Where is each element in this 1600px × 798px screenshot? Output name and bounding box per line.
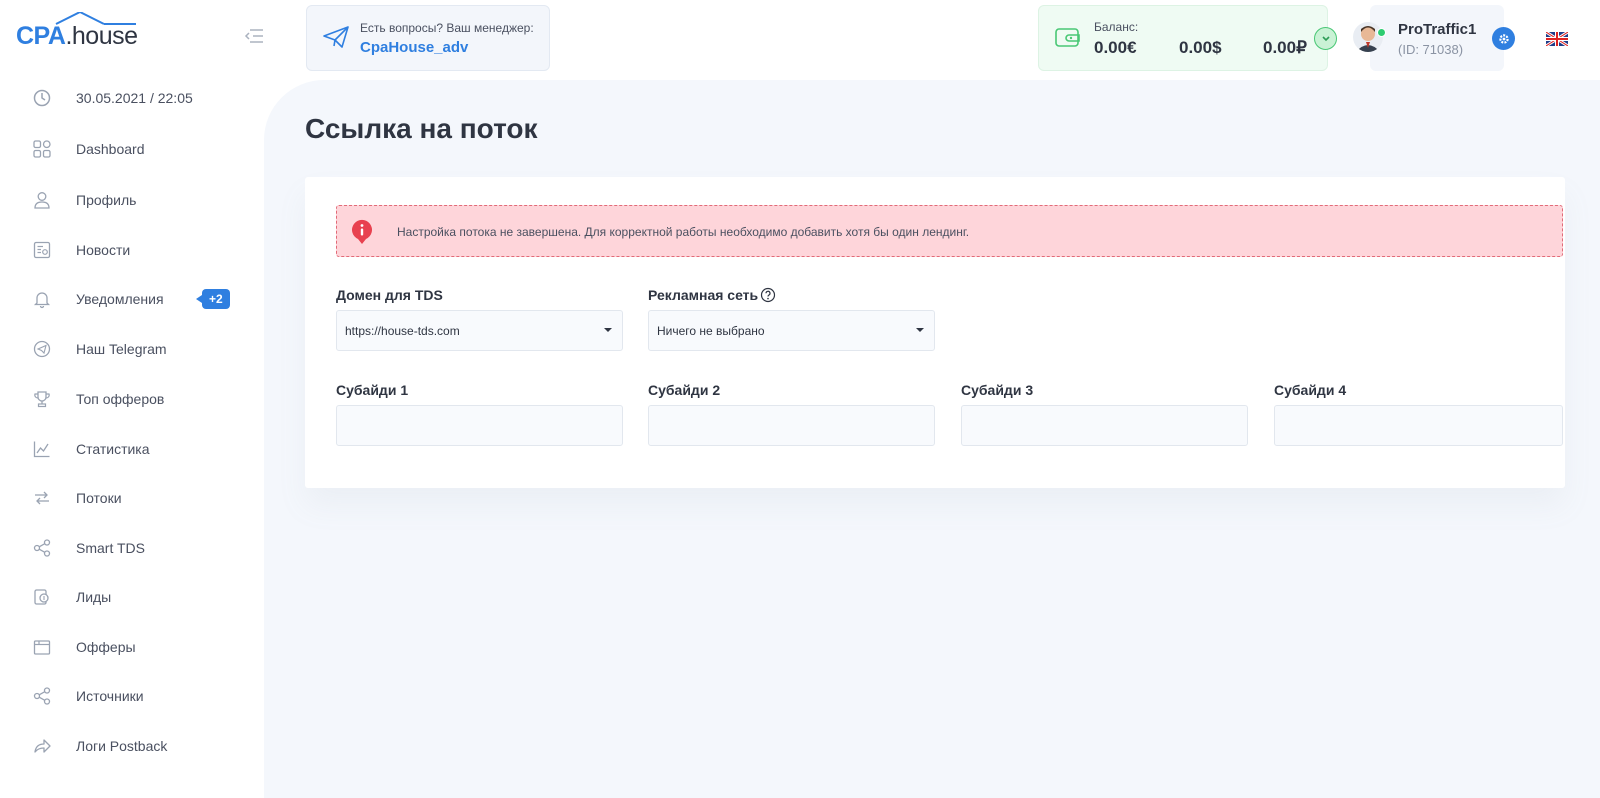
- subid1-label: Субайди 1: [336, 382, 409, 398]
- dashboard-icon: [33, 140, 51, 158]
- settings-button[interactable]: [1492, 27, 1515, 50]
- wallet-icon: [1055, 28, 1080, 47]
- collapse-menu-icon: [244, 29, 263, 43]
- sidebar-datetime-label: 30.05.2021 / 22:05: [76, 90, 193, 106]
- sidebar-item-profile[interactable]: Профиль: [0, 180, 264, 220]
- flow-link-card: Настройка потока не завершена. Для корре…: [305, 177, 1565, 488]
- sidebar-item-label: Уведомления: [76, 291, 164, 307]
- subid2-label: Субайди 2: [648, 382, 721, 398]
- page-title: Ссылка на поток: [305, 113, 538, 144]
- share-icon: [33, 539, 51, 557]
- sidebar-datetime: 30.05.2021 / 22:05: [0, 78, 264, 118]
- alert-warning: Настройка потока не завершена. Для корре…: [336, 205, 1563, 257]
- subid4-label: Субайди 4: [1274, 382, 1347, 398]
- subid2-input[interactable]: [648, 405, 935, 446]
- logo-cpa: CPA: [16, 22, 66, 50]
- sidebar-item-top-offers[interactable]: Топ офферов: [0, 379, 264, 419]
- sidebar-item-label: Smart TDS: [76, 540, 145, 556]
- sidebar-item-dashboard[interactable]: Dashboard: [0, 129, 264, 169]
- sidebar-item-label: Наш Telegram: [76, 341, 167, 357]
- sidebar: 30.05.2021 / 22:05 Dashboard Профиль Нов…: [0, 76, 264, 798]
- sidebar-item-label: Офферы: [76, 639, 136, 655]
- sidebar-item-label: Логи Postback: [76, 738, 168, 754]
- alert-message: Настройка потока не завершена. Для корре…: [397, 225, 970, 239]
- sidebar-item-label: Потоки: [76, 490, 122, 506]
- sidebar-item-label: Источники: [76, 688, 144, 704]
- logo[interactable]: CPA.house: [16, 12, 138, 52]
- language-switch[interactable]: [1545, 30, 1569, 48]
- subid3-label: Субайди 3: [961, 382, 1034, 398]
- sidebar-item-label: Dashboard: [76, 141, 145, 157]
- sidebar-item-flows[interactable]: Потоки: [0, 478, 264, 518]
- balance-eur: 0.00€: [1094, 38, 1137, 57]
- sidebar-item-smart-tds[interactable]: Smart TDS: [0, 528, 264, 568]
- balance-expand-button[interactable]: [1314, 27, 1337, 50]
- gear-icon: [1498, 33, 1509, 44]
- adnet-label: Рекламная сеть: [648, 287, 759, 303]
- manager-name-link[interactable]: CpaHouse_adv: [360, 39, 468, 56]
- domain-label: Домен для TDS: [336, 287, 443, 303]
- sidebar-item-label: Статистика: [76, 441, 150, 457]
- sidebar-collapse-button[interactable]: [244, 27, 264, 45]
- avatar[interactable]: [1353, 22, 1383, 52]
- online-status-indicator: [1377, 28, 1386, 37]
- chevron-down-icon: [1321, 35, 1330, 41]
- clock-icon: [33, 89, 51, 107]
- share-icon: [33, 687, 51, 705]
- trophy-icon: [34, 391, 50, 408]
- adnet-select-value: Ничего не выбрано: [657, 324, 765, 338]
- subid3-input[interactable]: [961, 405, 1248, 446]
- chart-icon: [33, 441, 50, 458]
- offers-icon: [33, 640, 51, 655]
- sidebar-item-label: Топ офферов: [76, 391, 165, 407]
- sidebar-item-leads[interactable]: Лиды: [0, 577, 264, 617]
- manager-contact[interactable]: Есть вопросы? Ваш менеджер: CpaHouse_adv: [306, 5, 550, 71]
- leads-icon: [34, 589, 49, 605]
- domain-select[interactable]: https://house-tds.com: [336, 310, 623, 351]
- sidebar-item-offers[interactable]: Офферы: [0, 627, 264, 667]
- sidebar-item-notifications[interactable]: Уведомления +2: [0, 279, 264, 319]
- sidebar-item-news[interactable]: Новости: [0, 230, 264, 270]
- caret-down-icon: [604, 328, 612, 332]
- sidebar-item-sources[interactable]: Источники: [0, 676, 264, 716]
- domain-select-value: https://house-tds.com: [345, 324, 460, 338]
- subid1-input[interactable]: [336, 405, 623, 446]
- uk-flag-icon: [1545, 30, 1569, 48]
- flows-icon: [35, 491, 49, 505]
- sidebar-item-statistics[interactable]: Статистика: [0, 429, 264, 469]
- manager-label: Есть вопросы? Ваш менеджер:: [360, 21, 534, 35]
- sidebar-item-label: Лиды: [76, 589, 112, 605]
- adnet-select[interactable]: Ничего не выбрано: [648, 310, 935, 351]
- info-pin-icon: [352, 219, 372, 244]
- subid4-input[interactable]: [1274, 405, 1563, 446]
- avatar-image: [1353, 22, 1383, 52]
- notifications-count-badge: +2: [196, 289, 230, 309]
- balance-label: Баланс:: [1094, 20, 1139, 34]
- sidebar-item-label: Профиль: [76, 192, 137, 208]
- profile-user-id: (ID: 71038): [1398, 42, 1464, 57]
- sidebar-item-telegram[interactable]: Наш Telegram: [0, 329, 264, 369]
- news-icon: [33, 241, 51, 259]
- telegram-icon: [33, 340, 51, 358]
- forward-icon: [34, 739, 51, 753]
- profile-username: ProTraffic1: [1398, 21, 1477, 38]
- balance-rub: 0.00₽: [1263, 38, 1307, 57]
- caret-down-icon: [916, 328, 924, 332]
- logo-house: .house: [65, 22, 138, 50]
- help-icon[interactable]: [760, 287, 776, 303]
- balance-panel: Баланс: 0.00€ 0.00$ 0.00₽: [1038, 5, 1328, 71]
- sidebar-item-postback-logs[interactable]: Логи Postback: [0, 726, 264, 766]
- balance-usd: 0.00$: [1179, 38, 1222, 57]
- bell-icon: [33, 292, 51, 309]
- sidebar-item-label: Новости: [76, 242, 131, 258]
- profile-panel[interactable]: ProTraffic1 (ID: 71038): [1370, 5, 1504, 71]
- user-icon: [34, 192, 50, 209]
- telegram-plane-icon: [323, 26, 349, 48]
